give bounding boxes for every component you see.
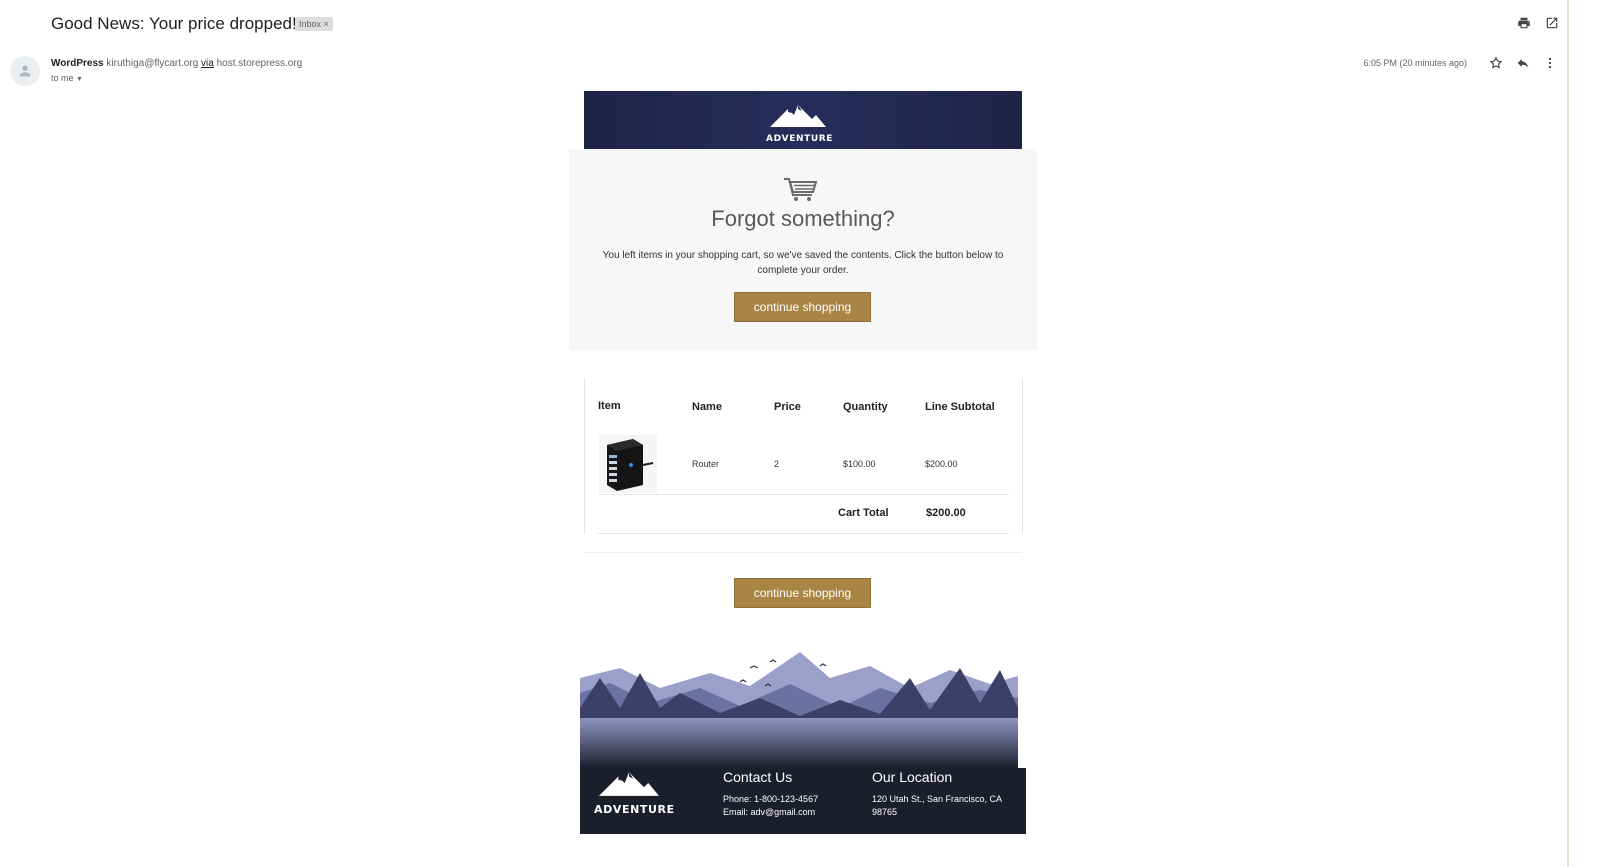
hero-title: Forgot something? bbox=[711, 206, 895, 231]
sender-line: WordPress kiruthiga@flycart.org via host… bbox=[51, 58, 302, 69]
top-toolbar bbox=[1517, 16, 1559, 30]
cart-icon bbox=[782, 177, 818, 208]
row-quantity: $100.00 bbox=[843, 459, 876, 469]
row-name[interactable]: Router bbox=[692, 459, 719, 469]
col-price: Price bbox=[774, 401, 801, 413]
continue-shopping-button[interactable]: continue shopping bbox=[734, 292, 871, 322]
section-separator bbox=[584, 552, 1022, 553]
mountain-logo-icon bbox=[770, 105, 826, 127]
cart-table: Item Name Price Quantity Line Subtotal R… bbox=[584, 378, 1023, 534]
footer-logo: ADVENTURE bbox=[594, 768, 675, 816]
via-host: host.storepress.org bbox=[216, 58, 303, 69]
brand-name: ADVENTURE bbox=[766, 134, 834, 144]
col-quantity: Quantity bbox=[843, 401, 888, 413]
row-subtotal: $200.00 bbox=[925, 459, 958, 469]
sender-avatar[interactable] bbox=[10, 56, 40, 86]
col-name: Name bbox=[692, 401, 722, 413]
recipient-text: to me bbox=[51, 73, 74, 83]
dropdown-arrow-icon[interactable]: ▼ bbox=[76, 76, 83, 83]
col-line-subtotal: Line Subtotal bbox=[925, 401, 995, 413]
person-icon bbox=[19, 65, 31, 77]
window-edge bbox=[1567, 0, 1569, 867]
location-address: 120 Utah St., San Francisco, CA 98765 bbox=[872, 794, 1002, 817]
via-link[interactable]: via bbox=[201, 58, 214, 69]
footer-brand-name: ADVENTURE bbox=[594, 803, 675, 816]
sender-name[interactable]: WordPress bbox=[51, 58, 104, 69]
table-bottom-divider bbox=[598, 533, 1009, 534]
col-item: Item bbox=[598, 400, 621, 412]
product-image[interactable] bbox=[599, 435, 657, 493]
cart-total-value: $200.00 bbox=[926, 507, 966, 519]
mountain-logo-icon bbox=[599, 772, 659, 796]
email-timestamp: 6:05 PM (20 minutes ago) bbox=[1363, 58, 1467, 68]
recipient-details[interactable]: to me ▼ bbox=[51, 73, 83, 83]
message-actions bbox=[1489, 56, 1557, 75]
footer: ADVENTURE Contact Us Phone: 1-800-123-45… bbox=[580, 768, 1026, 834]
reply-icon[interactable] bbox=[1516, 56, 1530, 75]
more-vert-icon[interactable] bbox=[1543, 56, 1557, 75]
contact-email: Email: adv@gmail.com bbox=[723, 807, 816, 817]
open-new-window-icon[interactable] bbox=[1545, 16, 1559, 30]
row-divider bbox=[598, 494, 1009, 495]
router-product-image bbox=[607, 439, 654, 491]
sender-email: kiruthiga@flycart.org bbox=[106, 58, 199, 69]
contact-phone: Phone: 1-800-123-4567 bbox=[723, 794, 819, 804]
star-icon[interactable] bbox=[1489, 56, 1503, 75]
print-icon[interactable] bbox=[1517, 16, 1531, 30]
header-banner: ADVENTURE bbox=[584, 91, 1022, 149]
contact-title: Contact Us bbox=[723, 769, 793, 785]
footer-landscape-art bbox=[580, 648, 1018, 768]
inbox-label-chip[interactable]: Inbox × bbox=[295, 17, 333, 31]
cart-total-label: Cart Total bbox=[838, 507, 889, 519]
brand-logo: ADVENTURE bbox=[766, 101, 834, 144]
hero-text: You left items in your shopping cart, so… bbox=[602, 250, 1004, 276]
continue-shopping-button-bottom[interactable]: continue shopping bbox=[734, 578, 871, 608]
email-subject: Good News: Your price dropped! bbox=[51, 14, 297, 33]
row-price: 2 bbox=[774, 459, 780, 469]
location-title: Our Location bbox=[872, 769, 953, 785]
